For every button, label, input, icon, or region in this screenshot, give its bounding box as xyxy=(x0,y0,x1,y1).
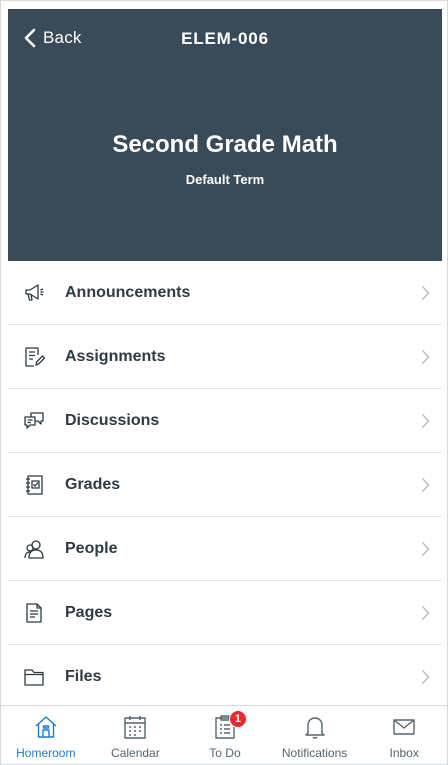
menu-label: Grades xyxy=(65,475,121,493)
course-code: ELEM-006 xyxy=(181,29,269,48)
menu-label: Files xyxy=(65,668,102,685)
menu-item-files[interactable]: Files xyxy=(8,645,442,709)
chevron-right-icon xyxy=(421,669,430,685)
menu-item-discussions[interactable]: Discussions xyxy=(8,389,442,453)
course-title: Second Grade Math xyxy=(112,131,338,158)
tab-bar: Homeroom Calendar 1 To Do Notifications … xyxy=(1,705,447,764)
menu-item-announcements[interactable]: Announcements xyxy=(8,261,442,325)
tab-homeroom[interactable]: Homeroom xyxy=(1,706,91,764)
folder-icon xyxy=(23,666,45,688)
discussion-icon xyxy=(23,410,45,432)
menu-label: Pages xyxy=(65,603,113,621)
bell-icon xyxy=(304,717,325,739)
tab-notifications[interactable]: Notifications xyxy=(270,706,360,764)
tab-inbox[interactable]: Inbox xyxy=(359,706,447,764)
assignment-icon xyxy=(23,346,45,368)
chevron-right-icon xyxy=(421,349,430,364)
menu-label: People xyxy=(65,539,118,557)
menu-item-pages[interactable]: Pages xyxy=(8,581,442,645)
app-window: Back ELEM-006 Second Grade Math Default … xyxy=(0,0,448,765)
tab-label: Notifications xyxy=(281,746,348,760)
tab-calendar[interactable]: Calendar xyxy=(91,706,181,764)
calendar-icon xyxy=(124,716,147,739)
menu-item-grades[interactable]: Grades xyxy=(8,453,442,517)
chevron-right-icon xyxy=(421,285,430,300)
gradebook-icon xyxy=(23,474,45,496)
chevron-right-icon xyxy=(421,477,430,492)
people-icon xyxy=(23,538,45,560)
tab-todo[interactable]: 1 To Do xyxy=(180,706,270,764)
course-menu: Announcements Assignments Discussions Gr… xyxy=(8,261,442,709)
todo-count-badge: 1 xyxy=(228,710,247,728)
chevron-right-icon xyxy=(421,541,430,556)
course-term: Default Term xyxy=(185,172,265,187)
course-header: Back ELEM-006 Second Grade Math Default … xyxy=(8,9,442,261)
home-icon xyxy=(35,716,57,738)
tab-label: Calendar xyxy=(111,746,160,760)
tab-label: To Do xyxy=(209,746,241,760)
tab-label: Inbox xyxy=(389,746,419,760)
menu-label: Announcements xyxy=(65,283,191,301)
chevron-right-icon xyxy=(421,605,430,620)
document-icon xyxy=(23,602,45,624)
menu-item-assignments[interactable]: Assignments xyxy=(8,325,442,389)
chevron-right-icon xyxy=(421,413,430,428)
menu-item-people[interactable]: People xyxy=(8,517,442,581)
menu-label: Discussions xyxy=(65,411,160,429)
mail-icon xyxy=(393,719,415,735)
tab-label: Homeroom xyxy=(16,746,76,760)
menu-label: Assignments xyxy=(65,347,166,365)
megaphone-icon xyxy=(23,282,45,304)
